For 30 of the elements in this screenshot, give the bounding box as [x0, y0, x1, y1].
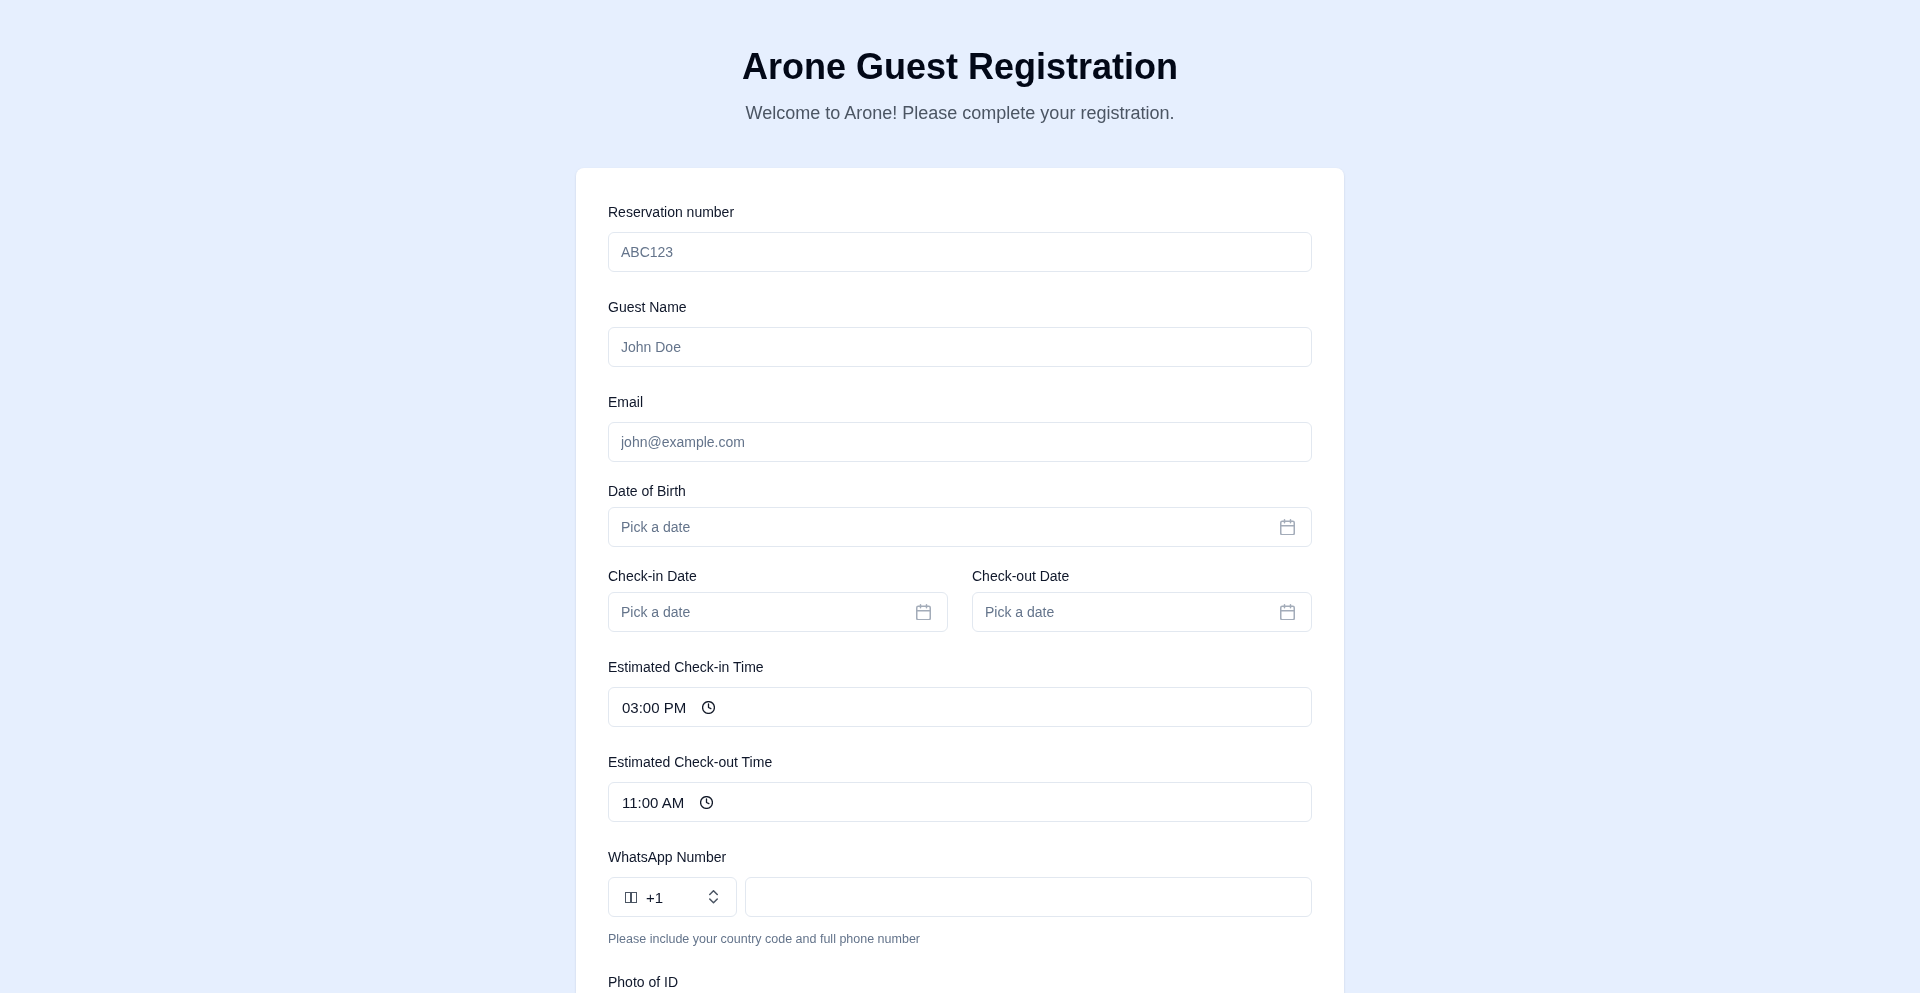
field-label: Reservation number — [608, 204, 736, 220]
field-label: Estimated Check-in Time — [608, 659, 765, 675]
page-subtitle: Welcome to Arone! Please complete your registration. — [745, 102, 1175, 125]
calendar-icon — [916, 603, 931, 621]
text-field[interactable]: john@example.com — [608, 422, 1312, 462]
time-field[interactable]: 03:00 PM — [608, 687, 1312, 727]
phone-field[interactable] — [745, 877, 1312, 917]
field-label: Date of Birth — [608, 483, 687, 499]
clock-icon — [700, 795, 714, 809]
page-title: Arone Guest Registration — [741, 47, 1179, 87]
field-label: Check-out Date — [972, 568, 1071, 584]
field-label: Guest Name — [608, 299, 688, 315]
calendar-icon — [1280, 518, 1295, 536]
missing-glyph-icon — [625, 891, 637, 903]
date-picker[interactable]: Pick a date — [972, 592, 1312, 632]
field-label: Check-in Date — [608, 568, 698, 584]
date-picker[interactable]: Pick a date — [608, 507, 1312, 547]
time-field[interactable]: 11:00 AM — [608, 782, 1312, 822]
text-field[interactable]: ABC123 — [608, 232, 1312, 272]
text-field[interactable]: John Doe — [608, 327, 1312, 367]
date-picker[interactable]: Pick a date — [608, 592, 948, 632]
field-label: Estimated Check-out Time — [608, 754, 774, 770]
clock-icon — [702, 700, 716, 714]
field-label: Photo of ID — [608, 974, 680, 990]
chevron-up-down-icon — [709, 890, 718, 904]
calendar-icon — [1280, 603, 1295, 621]
country-code-select[interactable]: +1 — [608, 877, 737, 917]
field-label: Email — [608, 394, 644, 410]
field-label: WhatsApp Number — [608, 849, 728, 865]
helper-text: Please include your country code and full phone number — [608, 931, 921, 947]
